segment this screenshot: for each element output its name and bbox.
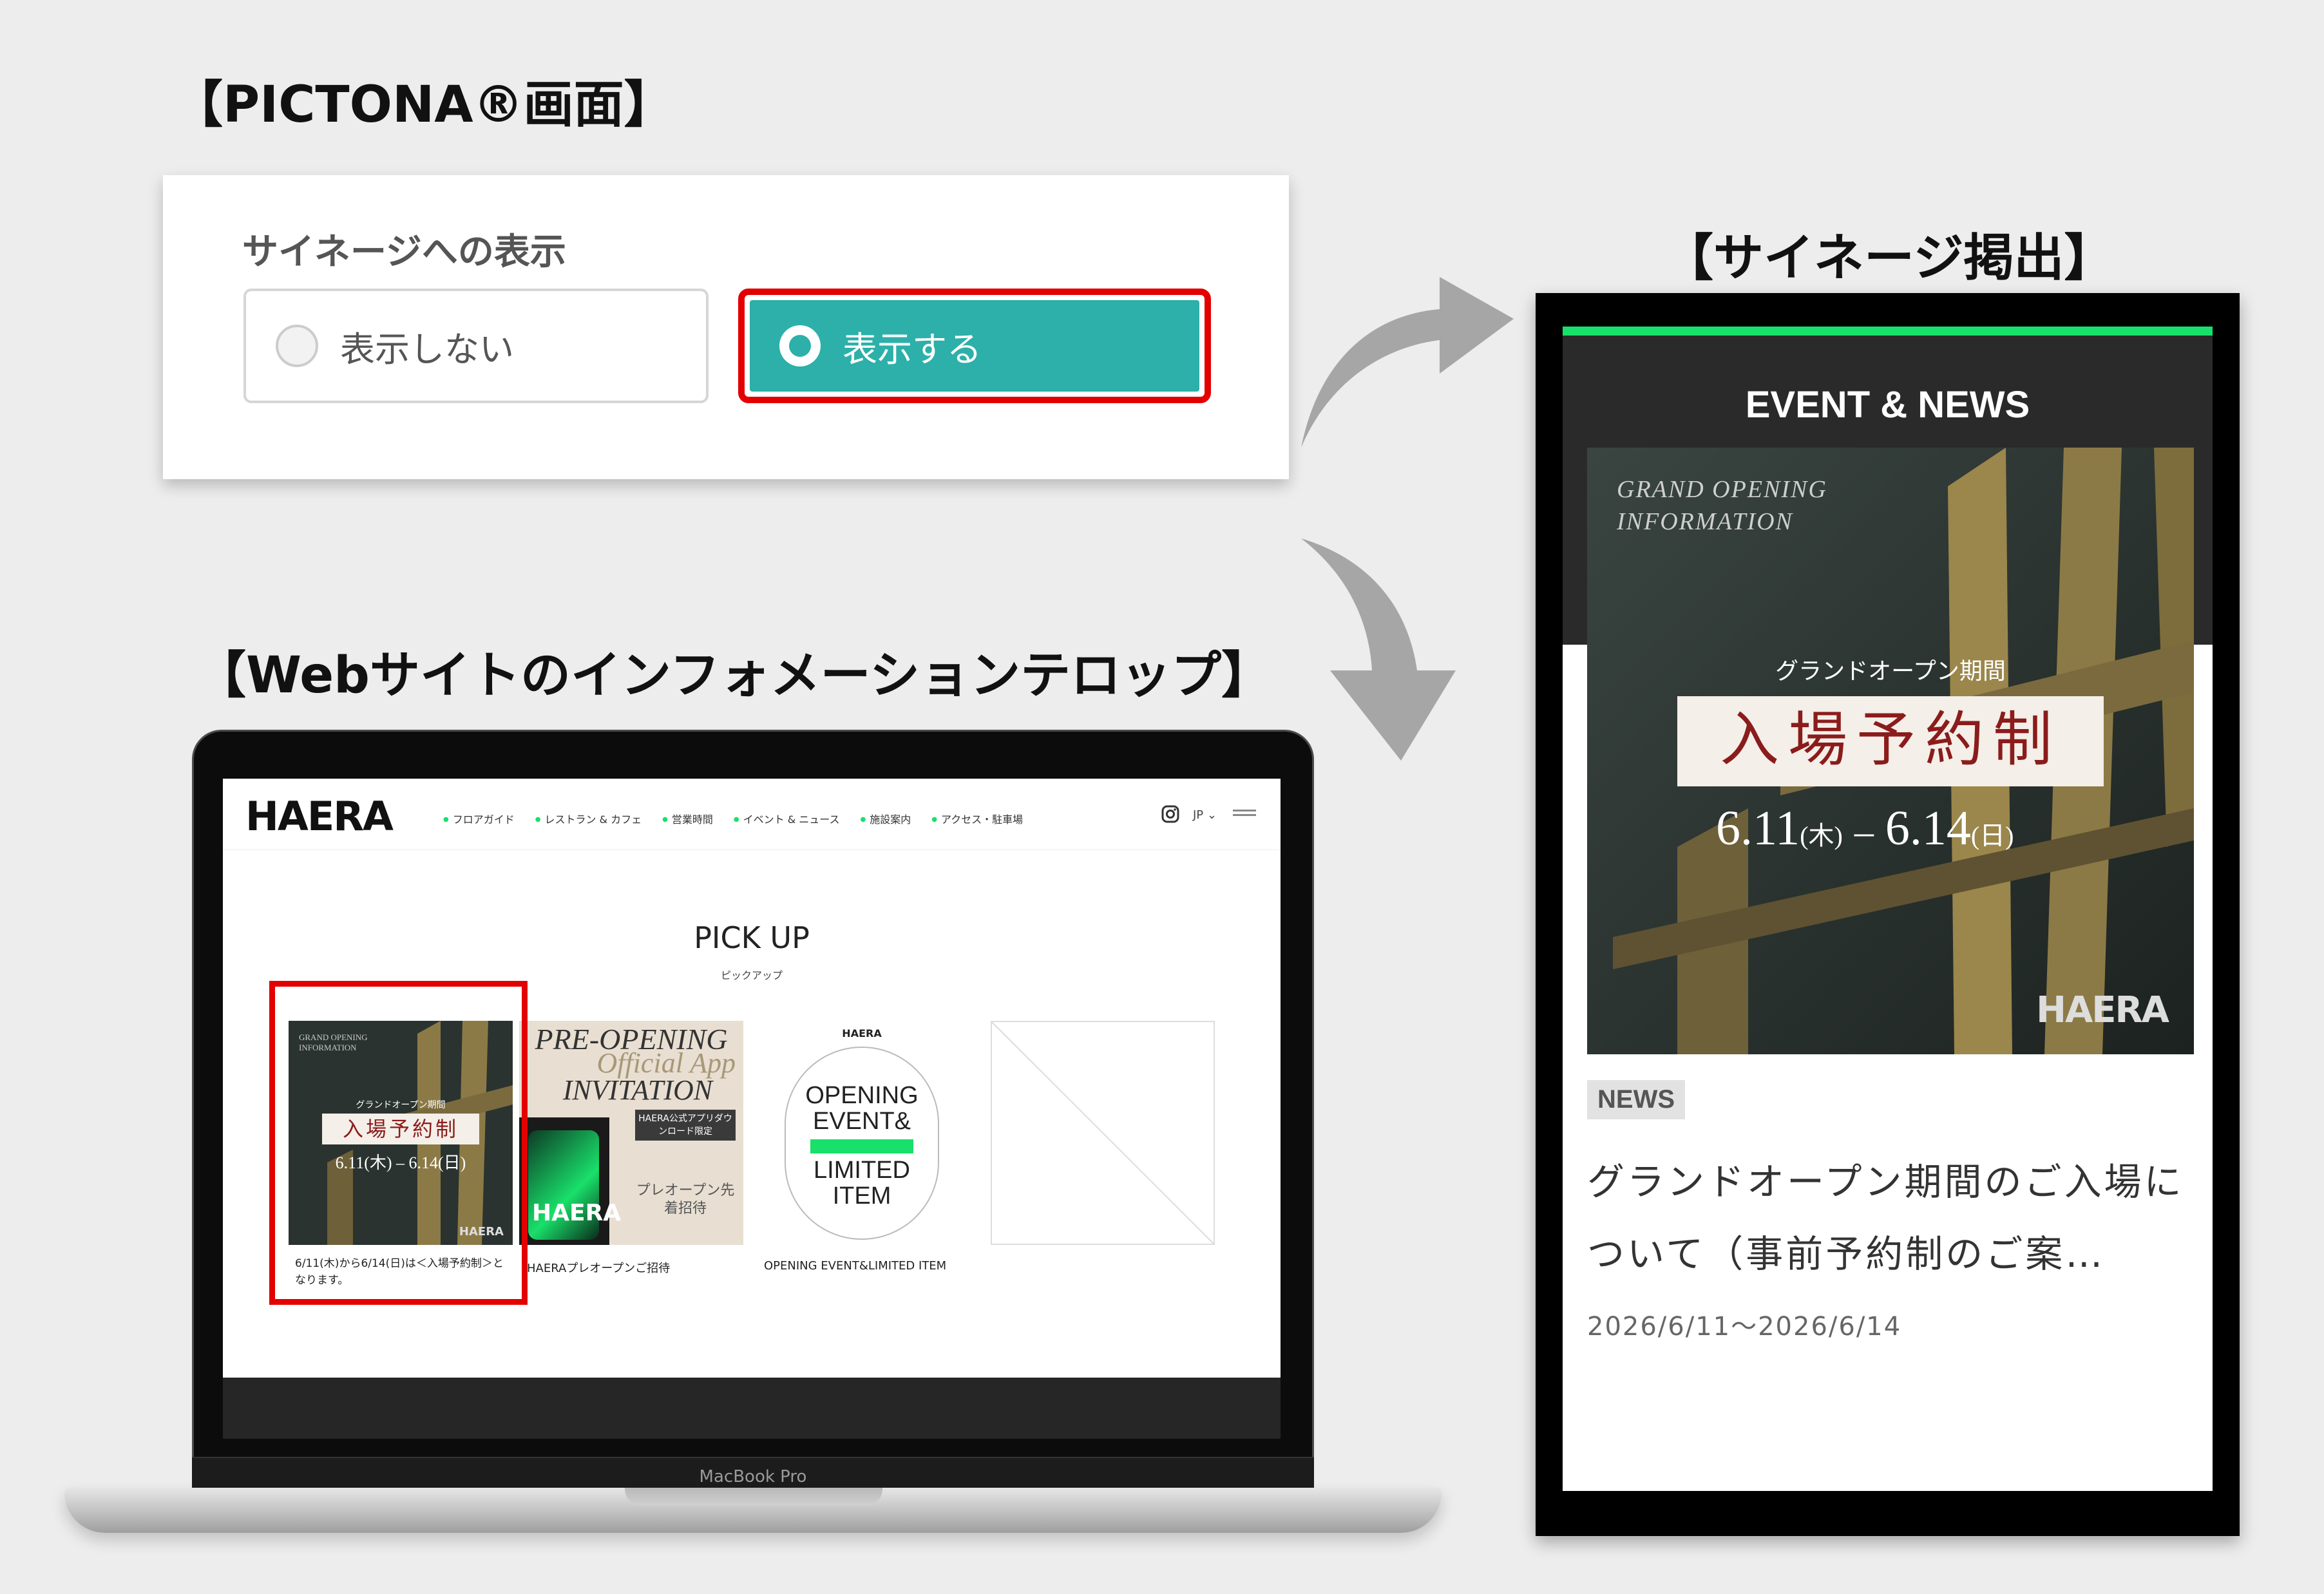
signage-date-dash: – xyxy=(1854,810,1874,853)
instagram-icon[interactable] xyxy=(1161,804,1180,824)
card-highlight-frame xyxy=(269,981,528,1305)
nav-floor-guide[interactable]: フロアガイド xyxy=(443,811,515,826)
pickup-card-4-placeholder[interactable] xyxy=(991,1021,1215,1245)
signage-img-date: 6.11(木) – 6.14(日) xyxy=(1716,801,2194,871)
pickup-card-3-image[interactable]: HAERA OPENING EVENT& LIMITED ITEM xyxy=(750,1021,974,1245)
news-date: 2026/6/11〜2026/6/14 xyxy=(1587,1312,1902,1342)
signage-screen: EVENT & NEWS GRAND OPENING INFORMATION グ… xyxy=(1563,327,2213,1491)
card-3-text-top: OPENING EVENT& xyxy=(750,1083,974,1134)
device-label: MacBook Pro xyxy=(699,1467,807,1486)
menu-icon[interactable] xyxy=(1232,806,1257,822)
highlight-frame: 表示する xyxy=(738,289,1211,403)
signage-img-top-line1: GRAND OPENING xyxy=(1617,476,1827,503)
card-2-line3: INVITATION xyxy=(562,1074,713,1106)
website-heading: 【Webサイトのインフォメーションテロップ】 xyxy=(196,647,1272,705)
nav-restaurant[interactable]: レストラン & カフェ xyxy=(535,811,642,826)
site-nav: フロアガイド レストラン & カフェ 営業時間 イベント & ニュース 施設案内… xyxy=(443,811,1023,826)
radio-unselected-icon[interactable] xyxy=(276,325,318,367)
signage-img-logo: HAERA xyxy=(2036,989,2169,1031)
option-hide-label: 表示しない xyxy=(340,328,514,370)
nav-access[interactable]: アクセス・駐車場 xyxy=(931,811,1023,826)
signage-display-label: サイネージへの表示 xyxy=(242,231,566,273)
signage-display: EVENT & NEWS GRAND OPENING INFORMATION グ… xyxy=(1536,293,2240,1536)
card-2-invite: プレオープン先着招待 xyxy=(636,1182,735,1217)
nav-facility[interactable]: 施設案内 xyxy=(860,811,911,826)
card-3-line4: ITEM xyxy=(832,1182,891,1210)
option-show-label: 表示する xyxy=(843,328,982,370)
news-title: グランドオープン期間のご入場について（事前予約制のご案… xyxy=(1587,1160,2184,1276)
signage-img-top-line2: INFORMATION xyxy=(1617,508,1793,535)
laptop-hinge: MacBook Pro xyxy=(192,1457,1314,1490)
signage-date-1: 6.11 xyxy=(1716,801,1800,855)
card-2-tag: HAERA公式アプリダウンロード限定 xyxy=(635,1110,736,1141)
signage-img-sub: グランドオープン期間 xyxy=(1775,658,2006,685)
signage-day-2: (日) xyxy=(1970,821,2014,850)
pickup-title: PICK UP xyxy=(694,920,810,955)
site-logo[interactable]: HAERA xyxy=(245,793,394,840)
card-3-green-band xyxy=(810,1139,913,1153)
signage-date-2: 6.14 xyxy=(1885,801,1971,855)
card-3-text-bottom: LIMITED ITEM xyxy=(750,1157,974,1209)
card-3-line3: LIMITED xyxy=(814,1157,910,1184)
card-3-line2: EVENT& xyxy=(812,1108,911,1135)
nav-hours[interactable]: 営業時間 xyxy=(662,811,713,826)
card-2-logo: HAERA xyxy=(532,1200,622,1226)
pickup-subtitle: ピックアップ xyxy=(720,969,783,982)
option-show[interactable]: 表示する xyxy=(750,300,1199,392)
signage-header: EVENT & NEWS xyxy=(1745,384,2030,426)
laptop-notch xyxy=(625,1488,882,1506)
language-label: JP xyxy=(1193,808,1204,822)
card-3-line1: OPENING xyxy=(805,1082,919,1109)
nav-events[interactable]: イベント & ニュース xyxy=(734,811,840,826)
news-badge: NEWS xyxy=(1587,1080,1685,1119)
signage-news-image: GRAND OPENING INFORMATION グランドオープン期間 入場予… xyxy=(1587,448,2194,1054)
pickup-card-3-caption[interactable]: OPENING EVENT&LIMITED ITEM xyxy=(764,1259,946,1273)
pictona-settings-panel: サイネージへの表示 表示しない 表示する xyxy=(163,175,1289,479)
language-switcher[interactable]: JP ⌄ xyxy=(1193,808,1217,822)
signage-heading: 【サイネージ掲出】 xyxy=(1663,229,2115,287)
option-hide[interactable]: 表示しない xyxy=(243,289,709,403)
signage-img-main: 入場予約制 xyxy=(1677,696,2104,786)
pickup-card-2-image[interactable]: PRE-OPENING Official App INVITATION HAER… xyxy=(519,1021,743,1245)
pickup-card-2-caption[interactable]: HAERAプレオープンご招待 xyxy=(527,1259,670,1276)
signage-day-1: (木) xyxy=(1800,821,1843,850)
arrow-to-website-icon xyxy=(1301,538,1456,761)
card-3-logo: HAERA xyxy=(842,1027,882,1039)
header-divider xyxy=(223,849,1281,850)
signage-img-top: GRAND OPENING INFORMATION xyxy=(1617,473,1827,538)
site-footer xyxy=(223,1378,1281,1439)
radio-selected-icon[interactable] xyxy=(779,325,821,366)
arrow-to-signage-icon xyxy=(1301,277,1514,448)
pictona-heading: 【PICTONA®画面】 xyxy=(173,76,674,134)
